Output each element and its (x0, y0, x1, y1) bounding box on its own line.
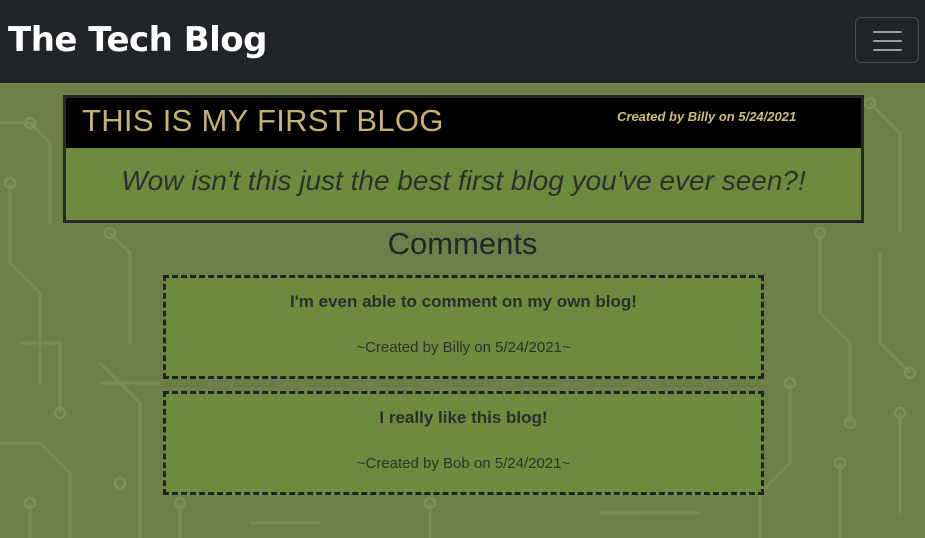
comment-text: I really like this blog! (379, 408, 548, 427)
site-brand[interactable]: The Tech Blog (8, 20, 268, 60)
post-body: Wow isn't this just the best first blog … (66, 148, 861, 220)
navbar-toggle-button[interactable] (855, 17, 919, 63)
comment-meta: ~Created by Bob on 5/24/2021~ (356, 455, 571, 472)
post-meta: Created by Billy on 5/24/2021 (617, 109, 797, 124)
top-navbar: The Tech Blog (0, 0, 925, 83)
comments-heading: Comments (387, 226, 538, 261)
comment-card: I'm even able to comment on my own blog!… (163, 275, 764, 379)
blog-post-card: THIS IS MY FIRST BLOG Created by Billy o… (63, 95, 864, 223)
post-header: THIS IS MY FIRST BLOG Created by Billy o… (66, 98, 861, 148)
comment-meta: ~Created by Billy on 5/24/2021~ (356, 339, 571, 356)
comment-text: I'm even able to comment on my own blog! (290, 292, 637, 311)
post-title[interactable]: THIS IS MY FIRST BLOG (82, 103, 444, 139)
post-content: Wow isn't this just the best first blog … (121, 165, 806, 196)
comment-card: I really like this blog! ~Created by Bob… (163, 391, 764, 495)
